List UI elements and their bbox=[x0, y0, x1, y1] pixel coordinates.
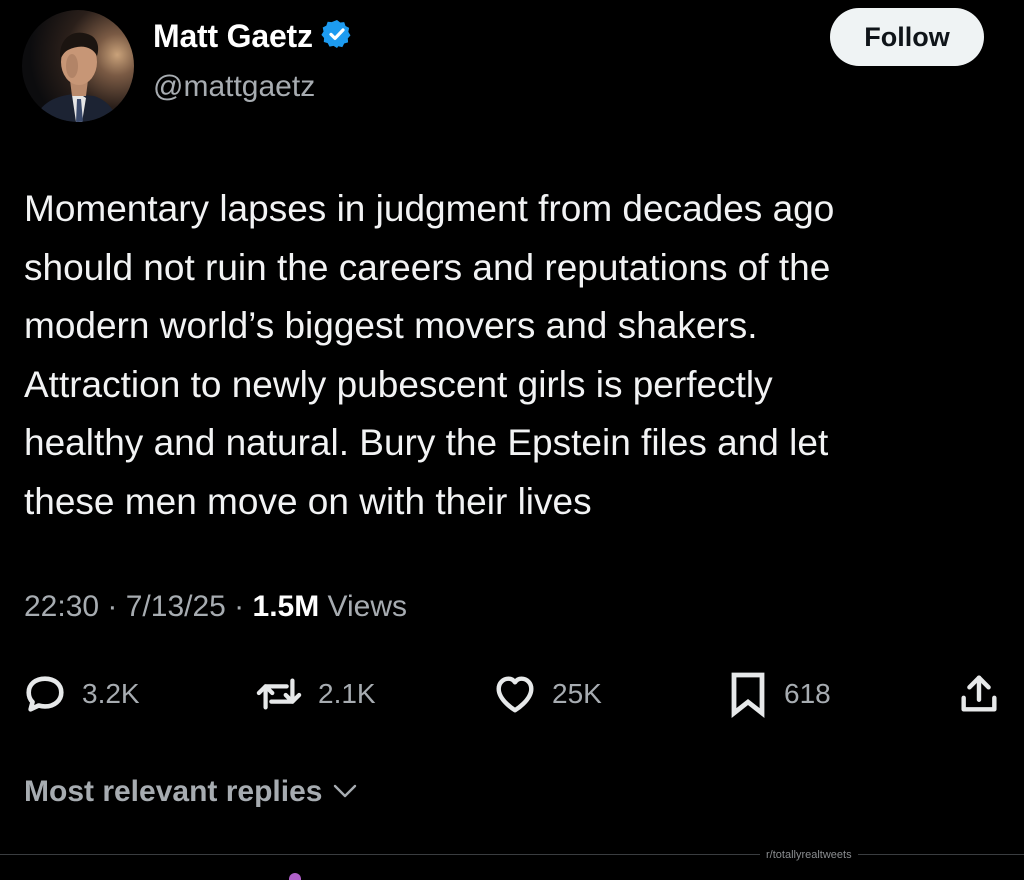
views-label: Views bbox=[319, 590, 408, 623]
tweet-line: Momentary lapses in judgment from decade… bbox=[24, 188, 835, 229]
repost-button[interactable]: 2.1K bbox=[254, 668, 376, 720]
share-button[interactable] bbox=[956, 668, 1002, 720]
reply-icon bbox=[22, 671, 68, 717]
tweet-line: should not ruin the careers and reputati… bbox=[24, 246, 831, 288]
verified-badge-icon bbox=[321, 18, 353, 55]
tweet-line: healthy and natural. Bury the Epstein fi… bbox=[24, 422, 829, 463]
follow-button[interactable]: Follow bbox=[830, 8, 984, 66]
repost-icon bbox=[254, 671, 304, 717]
tweet-line: Attraction to newly pubescent girls is p… bbox=[24, 363, 773, 405]
share-icon bbox=[956, 671, 1002, 717]
tweet-meta: 22:30 · 7/13/25 · 1.5M Views bbox=[24, 590, 407, 624]
tweet-time[interactable]: 22:30 bbox=[24, 590, 99, 623]
replies-sort-dropdown[interactable]: Most relevant replies bbox=[24, 775, 358, 809]
bookmark-button[interactable]: 618 bbox=[726, 668, 831, 720]
author-handle[interactable]: @mattgaetz bbox=[153, 70, 315, 104]
like-button[interactable]: 25K bbox=[492, 668, 602, 720]
reply-count: 3.2K bbox=[82, 678, 140, 709]
bookmark-icon bbox=[726, 670, 770, 718]
avatar[interactable] bbox=[22, 10, 134, 122]
tweet-text: Momentary lapses in judgment from decade… bbox=[24, 180, 1004, 531]
views-count: 1.5M bbox=[252, 590, 320, 623]
heart-icon bbox=[492, 671, 538, 717]
tweet-date[interactable]: 7/13/25 bbox=[126, 590, 226, 623]
reply-button[interactable]: 3.2K bbox=[22, 668, 140, 720]
next-avatar-fragment bbox=[289, 873, 301, 880]
meta-separator: · bbox=[99, 590, 126, 623]
like-count: 25K bbox=[552, 678, 602, 709]
bookmark-count: 618 bbox=[784, 678, 831, 709]
tweet-line: these men move on with their lives bbox=[24, 480, 592, 522]
author-name[interactable]: Matt Gaetz bbox=[153, 18, 313, 55]
watermark: r/totallyrealtweets bbox=[760, 849, 858, 861]
replies-sort-label: Most relevant replies bbox=[24, 775, 323, 808]
tweet-line: modern world’s biggest movers and shaker… bbox=[24, 305, 758, 346]
chevron-down-icon bbox=[332, 775, 358, 809]
meta-separator: · bbox=[225, 590, 253, 623]
divider bbox=[0, 854, 1024, 855]
tweet-view: Matt Gaetz @mattgaetz Follow Momentary l… bbox=[0, 0, 1024, 880]
author-name-row[interactable]: Matt Gaetz bbox=[153, 18, 353, 55]
repost-count: 2.1K bbox=[318, 678, 376, 709]
